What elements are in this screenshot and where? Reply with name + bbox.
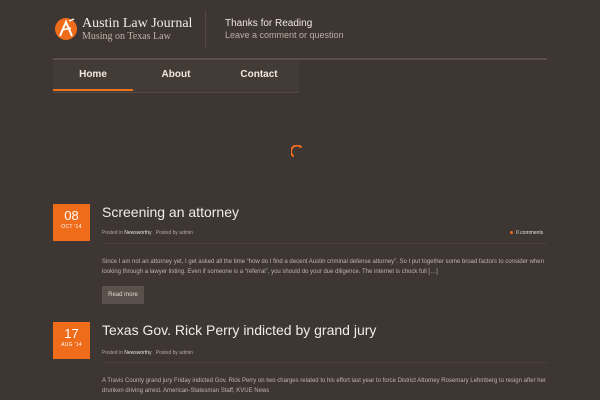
header-message-subtitle: Leave a comment or question [225, 30, 344, 40]
nav-bottom-rule [53, 92, 299, 93]
post-date-month: OCT '14 [61, 224, 82, 230]
post-meta: Posted in Newsworthy Posted by admin [102, 230, 193, 236]
read-more-button[interactable]: Read more [102, 286, 144, 304]
post-title[interactable]: Screening an attorney [102, 204, 239, 220]
comment-dot-icon [510, 231, 513, 235]
post-date-day: 08 [64, 208, 79, 223]
header-message-title: Thanks for Reading [225, 18, 313, 29]
post-date-month: AUG '14 [61, 342, 82, 348]
nav-item-contact[interactable]: Contact [228, 60, 290, 93]
comments-count[interactable]: 0 comments [516, 230, 543, 236]
comments-link[interactable]: 0 comments [510, 230, 543, 236]
nav-item-about[interactable]: About [146, 60, 206, 93]
post-author-link[interactable]: admin [179, 230, 193, 236]
posted-in-label: Posted in [102, 350, 123, 356]
header-divider [205, 10, 206, 48]
site-header: Austin Law Journal Musing on Texas Law T… [0, 0, 600, 57]
post-excerpt: Since I am not an attorney yet, I get as… [102, 259, 544, 275]
site-title[interactable]: Austin Law Journal [82, 16, 192, 32]
post-date-badge: 17 AUG '14 [53, 322, 90, 359]
nav-item-home[interactable]: Home [53, 60, 133, 93]
post-meta-rule [102, 243, 547, 244]
main-nav: Home About Contact [53, 60, 299, 93]
site-tagline: Musing on Texas Law [82, 31, 171, 42]
post-title[interactable]: Texas Gov. Rick Perry indicted by grand … [102, 322, 376, 338]
post-date-badge: 08 OCT '14 [53, 204, 90, 241]
post-meta-rule [102, 362, 547, 363]
post-author-link[interactable]: admin [179, 350, 193, 356]
post-category-link[interactable]: Newsworthy [124, 230, 151, 236]
post-excerpt: A Travis County grand jury Friday indict… [102, 378, 546, 394]
posted-by-label: Posted by [155, 350, 178, 356]
post-date-day: 17 [64, 326, 79, 341]
post-category-link[interactable]: Newsworthy [124, 350, 151, 356]
posted-in-label: Posted in [102, 230, 123, 236]
posted-by-label: Posted by [155, 230, 178, 236]
post-meta: Posted in Newsworthy Posted by admin [102, 350, 193, 356]
loading-spinner-icon [291, 145, 302, 157]
pen-nib-icon[interactable] [54, 17, 78, 41]
